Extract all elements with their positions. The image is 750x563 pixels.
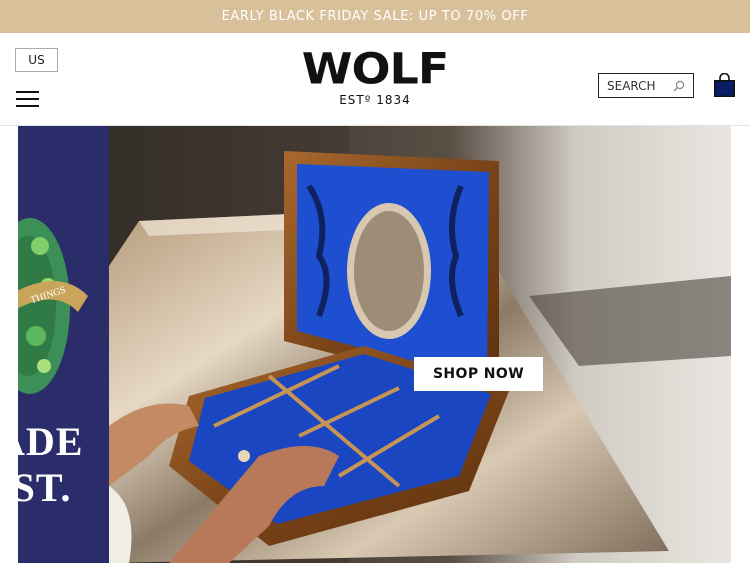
side-headline-line1: ADE bbox=[18, 419, 84, 464]
logo-established: ESTº 1834 bbox=[339, 93, 411, 107]
promo-text: EARLY BLACK FRIDAY SALE: UP TO 70% OFF bbox=[221, 9, 529, 24]
shopping-bag-icon[interactable] bbox=[713, 73, 736, 97]
region-label: US bbox=[28, 53, 45, 67]
promo-banner[interactable]: EARLY BLACK FRIDAY SALE: UP TO 70% OFF bbox=[0, 0, 750, 33]
region-selector[interactable]: US bbox=[15, 48, 58, 72]
shop-now-button[interactable]: SHOP NOW bbox=[414, 357, 543, 391]
search-placeholder: SEARCH bbox=[607, 78, 656, 93]
site-header: US WOLF ESTº 1834 SEARCH bbox=[0, 33, 750, 126]
side-headline-line2: IST. bbox=[18, 465, 72, 510]
logo-wordmark: WOLF bbox=[301, 44, 450, 94]
brand-logo[interactable]: WOLF ESTº 1834 bbox=[294, 46, 456, 107]
menu-icon[interactable] bbox=[16, 91, 39, 109]
shop-now-label: SHOP NOW bbox=[432, 366, 525, 382]
search-icon[interactable] bbox=[673, 80, 685, 92]
hero-banner[interactable]: THINGS ADE IST. bbox=[18, 126, 731, 563]
hero-image bbox=[109, 126, 731, 563]
search-input[interactable]: SEARCH bbox=[598, 73, 694, 98]
side-promo-panel[interactable]: THINGS ADE IST. bbox=[18, 126, 109, 563]
